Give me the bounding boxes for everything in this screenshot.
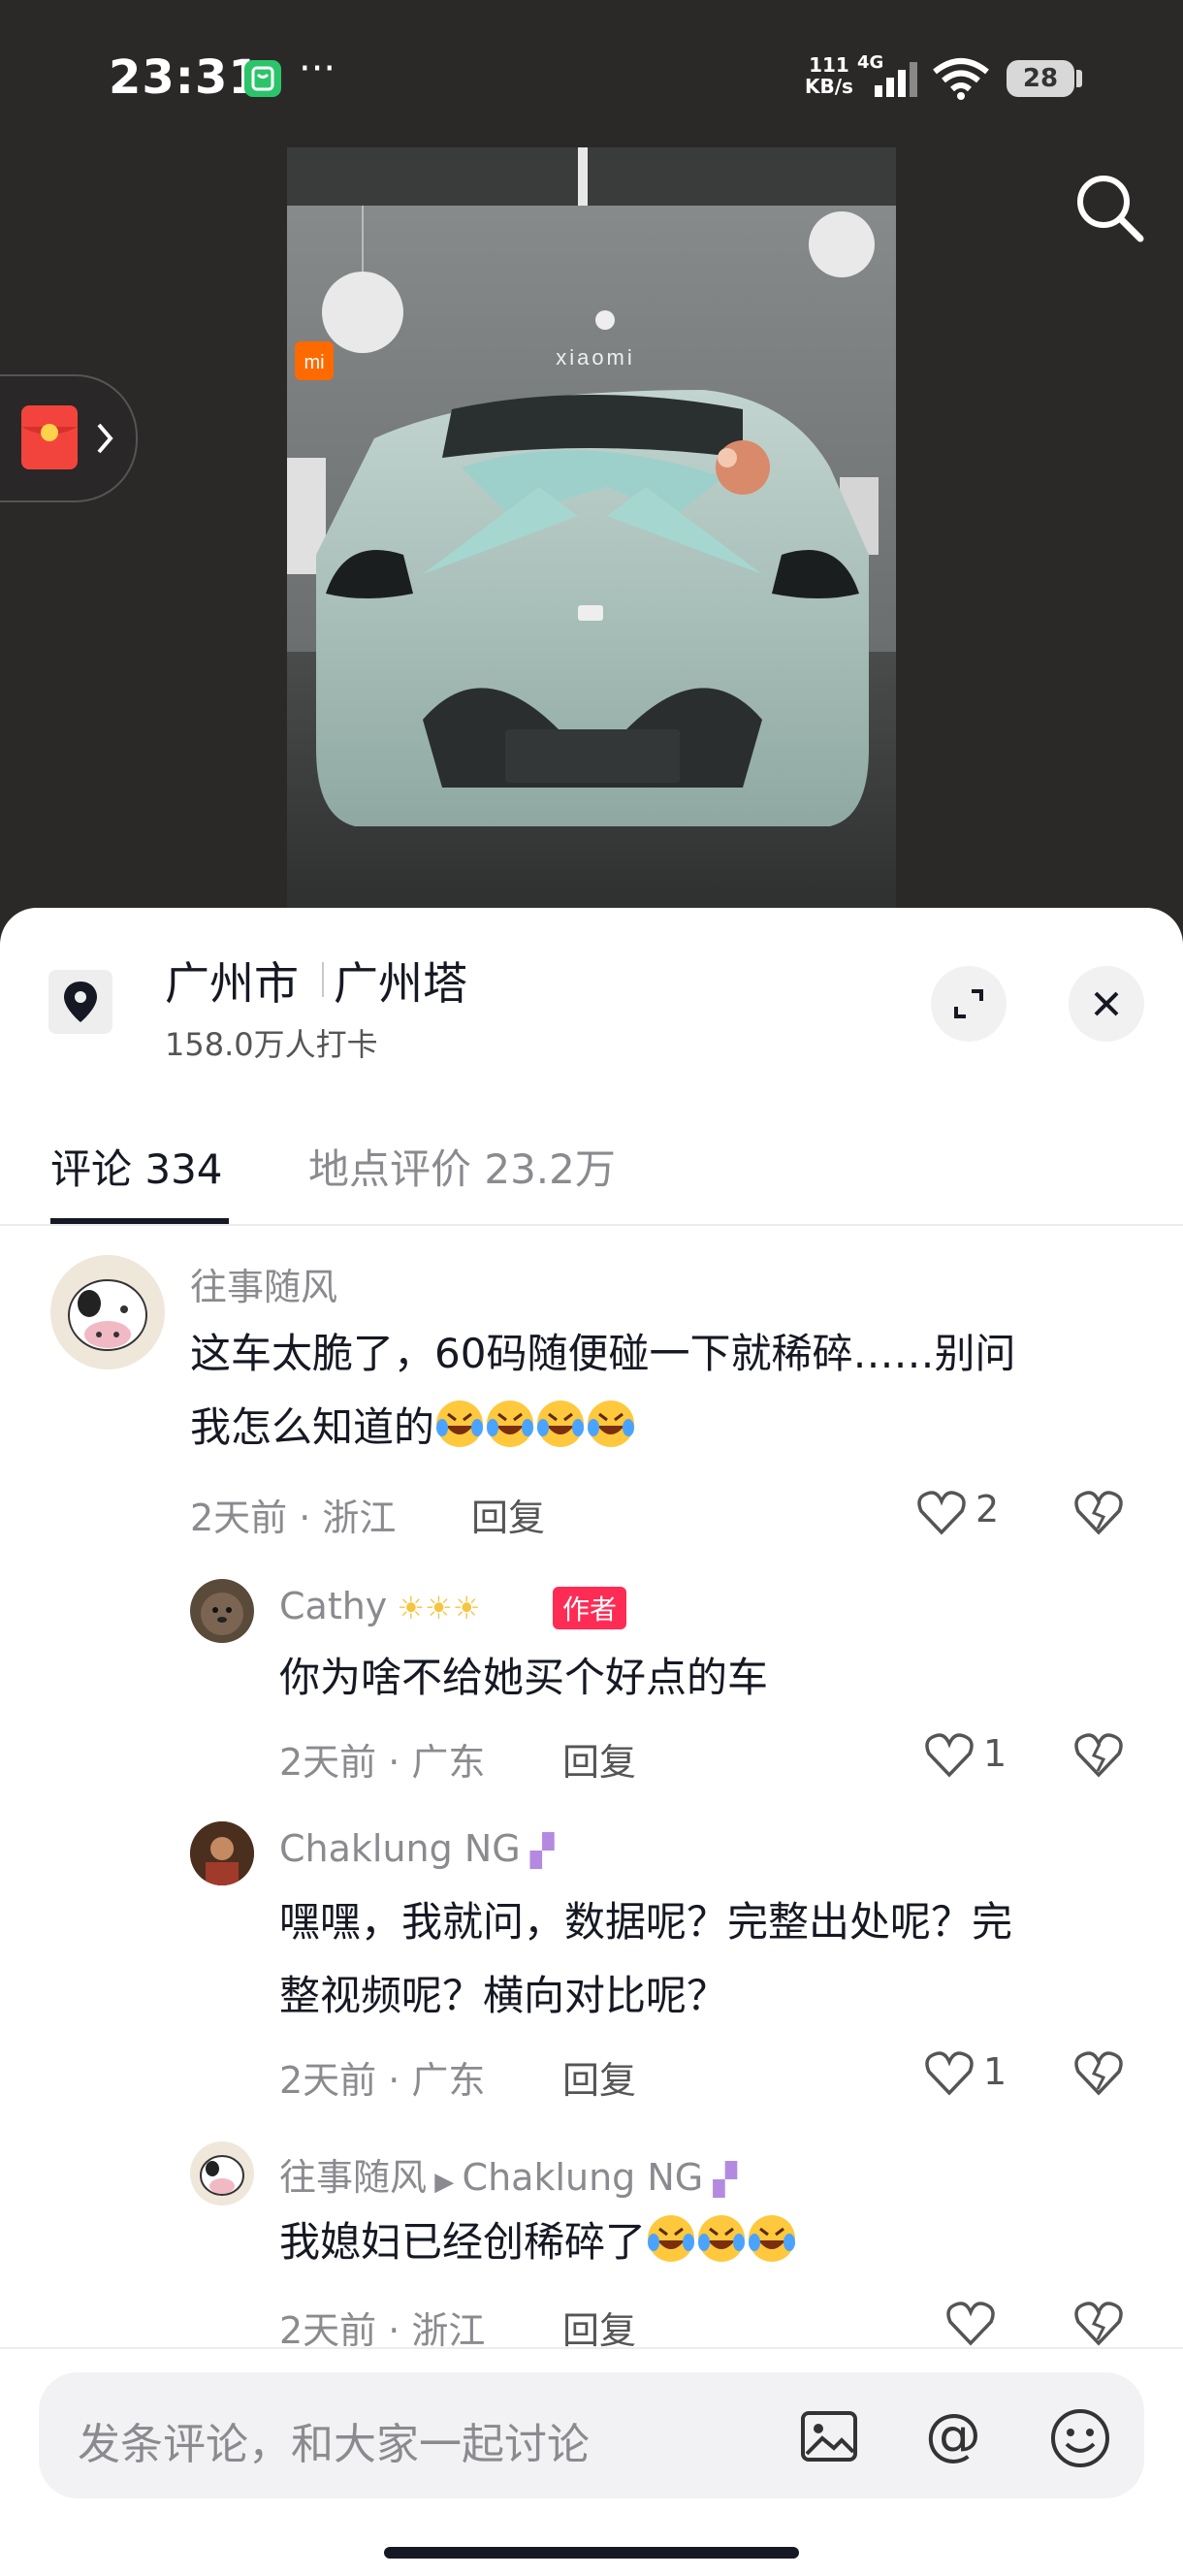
expand-icon [954,989,983,1018]
alien-monster-icon: ▞ [703,2161,738,2198]
status-bar: 23:31 ··· 111 KB/s 4G 28 [0,0,1183,155]
signal-icon [875,62,917,97]
author-badge: 作者 [553,1587,627,1629]
like-icon[interactable] [923,2048,975,2097]
comment-input-placeholder[interactable]: 发条评论，和大家一起讨论 [78,2409,590,2471]
net-speed: 111 KB/s [805,53,853,98]
reply-button[interactable]: 回复 [562,2050,636,2104]
person-avatar-icon [190,1821,254,1885]
dislike-icon[interactable] [1072,2048,1125,2097]
image-icon[interactable] [799,2409,859,2463]
reply-button[interactable]: 回复 [562,1732,636,1786]
mention-icon[interactable]: @ [921,2405,985,2469]
wifi-icon [933,58,989,100]
svg-text:mi: mi [304,352,324,373]
laugh-cry-emoji-icon [648,2215,695,2262]
status-time: 23:31 [109,50,262,105]
dislike-icon[interactable] [1072,1488,1125,1536]
sun-emoji-icon: ☀☀☀ [387,1590,481,1626]
tab-place-reviews[interactable]: 地点评价 23.2万 [308,1137,616,1196]
laugh-cry-emoji-icon [698,2215,746,2262]
avatar[interactable] [190,1579,254,1643]
location-pin-icon [48,970,112,1034]
cow-avatar-icon [68,1279,147,1351]
emoji-icon[interactable] [1049,2407,1111,2469]
close-icon [1094,991,1119,1016]
laugh-cry-emoji-icon [487,1401,534,1447]
reply-text: 你为啥不给她买个好点的车 [279,1654,769,1701]
cow-avatar-icon [200,2155,244,2196]
alien-monster-icon: ▞ [520,1832,555,1869]
search-button[interactable] [1067,165,1154,252]
status-more-icon: ··· [299,47,336,91]
like-count: 1 [983,1732,1007,1775]
reply-text: 嘿嘿，我就问，数据呢？完整出处呢？完 整视频呢？横向对比呢？ [279,1898,1013,2019]
home-indicator[interactable] [384,2547,799,2559]
comment-username[interactable]: 往事随风 [190,1257,337,1310]
car-photo[interactable]: mi xiaomi [287,147,896,912]
checkin-count: 158.0万人打卡 [165,1026,378,1063]
reply-button[interactable]: 回复 [471,1488,545,1541]
reply-username[interactable]: Cathy ☀☀☀ [279,1585,481,1627]
avatar[interactable] [190,2141,254,2206]
laugh-cry-emoji-group [434,1401,636,1451]
location-place[interactable]: 广州塔 [334,949,467,1013]
mi-app-icon [244,60,281,97]
tab-comments[interactable]: 评论 334 [50,1137,223,1196]
dog-avatar-icon [201,1593,243,1635]
comment-text: 这车太脆了，60码随便碰一下就稀碎……别问 我怎么知道的 [190,1330,1016,1451]
avatar[interactable] [50,1255,165,1369]
red-packet-button[interactable] [0,374,138,502]
expand-button[interactable] [931,966,1007,1042]
laugh-cry-emoji-icon [749,2215,796,2262]
input-divider [0,2347,1183,2349]
reply-button[interactable]: 回复 [562,2301,636,2354]
location-city[interactable]: 广州市 [165,949,299,1013]
svg-text:@: @ [925,2405,981,2467]
brand-text: xiaomi [556,345,635,370]
reply-arrow-icon: ▶ [427,2168,463,2197]
like-count: 1 [983,2050,1007,2093]
red-envelope-icon [21,405,78,469]
battery-tip [1076,70,1082,87]
reply-username[interactable]: 往事随风 ▶ Chaklung NG ▞ [279,2147,737,2201]
like-icon[interactable] [923,1730,975,1779]
chevron-right-icon [97,423,113,454]
like-icon[interactable] [915,1488,968,1536]
reply-meta: 2天前 · 广东 [279,1741,486,1784]
avatar[interactable] [190,1821,254,1885]
dislike-icon[interactable] [1072,2299,1125,2347]
car-photo-illustration: mi xiaomi [287,147,896,912]
laugh-cry-emoji-icon [588,1401,635,1447]
laugh-cry-emoji-group [646,2215,797,2266]
reply-to-username[interactable]: Chaklung NG [463,2156,704,2199]
reply-meta: 2天前 · 浙江 [279,2309,486,2352]
comment-meta: 2天前 · 浙江 [190,1497,397,1539]
laugh-cry-emoji-icon [537,1401,585,1447]
reply-text: 我媳妇已经创稀碎了 [279,2206,797,2279]
close-button[interactable] [1069,966,1144,1042]
dislike-icon[interactable] [1072,1730,1125,1779]
location-separator [322,962,324,997]
like-icon[interactable] [944,2299,997,2347]
like-count: 2 [975,1488,1000,1530]
search-icon [1077,176,1144,242]
tabs-divider [0,1224,1183,1226]
battery-indicator: 28 [1007,60,1074,97]
reply-meta: 2天前 · 广东 [279,2059,486,2102]
laugh-cry-emoji-icon [436,1401,484,1447]
reply-username[interactable]: Chaklung NG ▞ [279,1827,555,1870]
